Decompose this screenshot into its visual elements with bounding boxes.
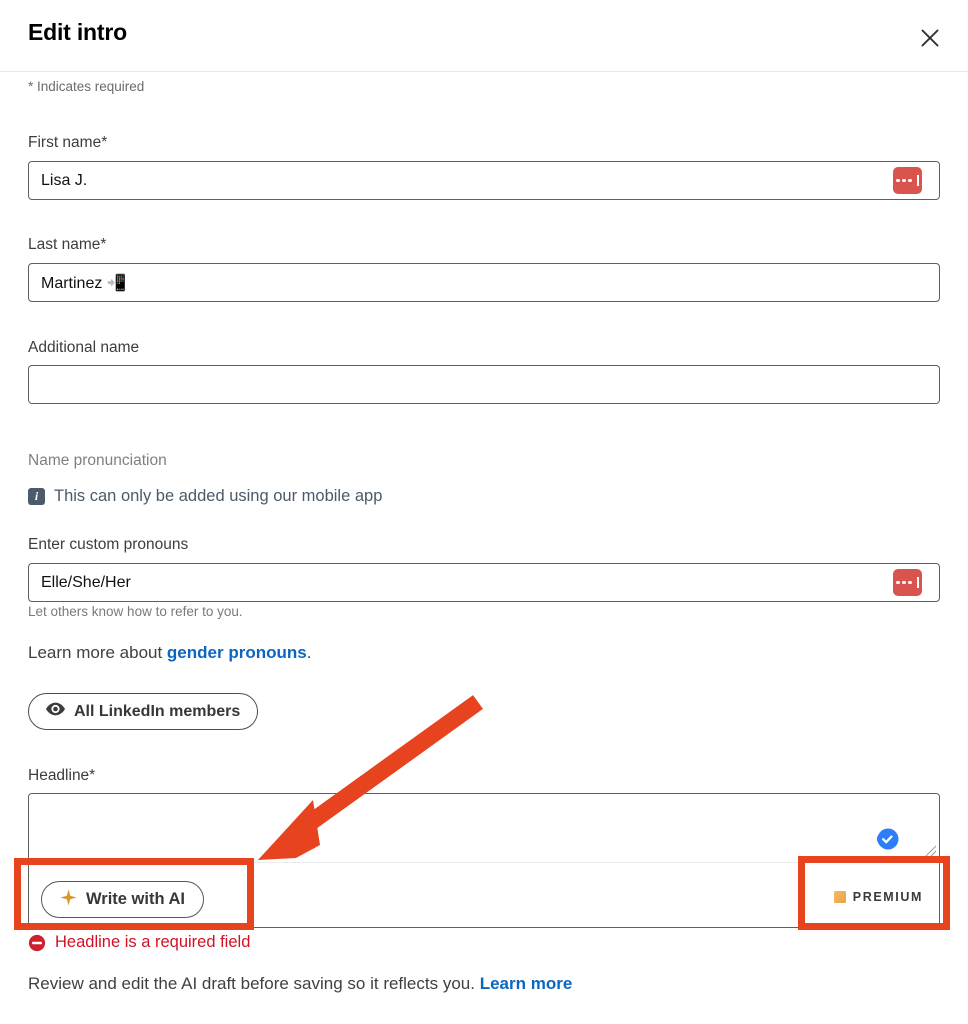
premium-label: PREMIUM bbox=[852, 890, 923, 904]
gender-pronouns-learn-line: Learn more about gender pronouns. bbox=[28, 643, 311, 663]
first-name-label: First name* bbox=[28, 134, 108, 151]
write-with-ai-button[interactable]: Write with AI bbox=[41, 881, 204, 918]
first-name-input[interactable] bbox=[28, 161, 940, 200]
last-name-label: Last name* bbox=[28, 236, 107, 253]
password-manager-glyph bbox=[896, 577, 919, 588]
sparkle-icon bbox=[60, 888, 77, 911]
pronouns-helper-text: Let others know how to refer to you. bbox=[28, 604, 243, 619]
password-manager-icon-pronouns[interactable] bbox=[893, 569, 922, 596]
edit-intro-modal: Edit intro * Indicates required First na… bbox=[0, 0, 968, 1024]
ai-draft-note-text: Review and edit the AI draft before savi… bbox=[28, 974, 480, 993]
gender-pronouns-link[interactable]: gender pronouns bbox=[167, 643, 307, 662]
premium-square-icon bbox=[833, 891, 846, 903]
headline-input[interactable] bbox=[29, 794, 939, 862]
name-pronunciation-label: Name pronunciation bbox=[28, 452, 167, 469]
headline-error-text: Headline is a required field bbox=[55, 933, 251, 951]
additional-name-input[interactable] bbox=[28, 365, 940, 404]
page-title: Edit intro bbox=[28, 19, 127, 45]
composer-divider bbox=[29, 862, 939, 863]
headline-label: Headline* bbox=[28, 767, 96, 784]
learn-suffix: . bbox=[306, 643, 312, 662]
visibility-label: All LinkedIn members bbox=[74, 702, 241, 720]
required-indicator-note: * Indicates required bbox=[28, 79, 145, 94]
visibility-all-linkedin-members-button[interactable]: All LinkedIn members bbox=[28, 693, 259, 730]
modal-header: Edit intro bbox=[0, 0, 968, 72]
write-with-ai-label: Write with AI bbox=[86, 890, 185, 908]
close-icon bbox=[917, 25, 943, 51]
ai-draft-note: Review and edit the AI draft before savi… bbox=[28, 974, 572, 994]
verified-check-icon bbox=[873, 825, 901, 853]
password-manager-glyph bbox=[896, 175, 919, 186]
close-button[interactable] bbox=[912, 20, 948, 56]
ai-draft-learn-more-link[interactable]: Learn more bbox=[480, 974, 573, 993]
password-manager-icon[interactable] bbox=[893, 167, 922, 194]
info-icon: i bbox=[28, 488, 45, 505]
headline-composer: Write with AI PREMIUM bbox=[28, 793, 940, 928]
learn-prefix: Learn more about bbox=[28, 643, 167, 662]
headline-error-message: Headline is a required field bbox=[28, 933, 250, 952]
last-name-input[interactable] bbox=[28, 263, 940, 302]
custom-pronouns-input[interactable] bbox=[28, 563, 940, 602]
name-pronunciation-info: i This can only be added using our mobil… bbox=[28, 487, 382, 506]
premium-badge: PREMIUM bbox=[833, 890, 923, 904]
name-pronunciation-info-text: This can only be added using our mobile … bbox=[54, 487, 383, 505]
custom-pronouns-label: Enter custom pronouns bbox=[28, 536, 189, 553]
eye-icon bbox=[46, 702, 65, 721]
error-blocked-icon bbox=[28, 934, 46, 952]
additional-name-label: Additional name bbox=[28, 339, 140, 356]
